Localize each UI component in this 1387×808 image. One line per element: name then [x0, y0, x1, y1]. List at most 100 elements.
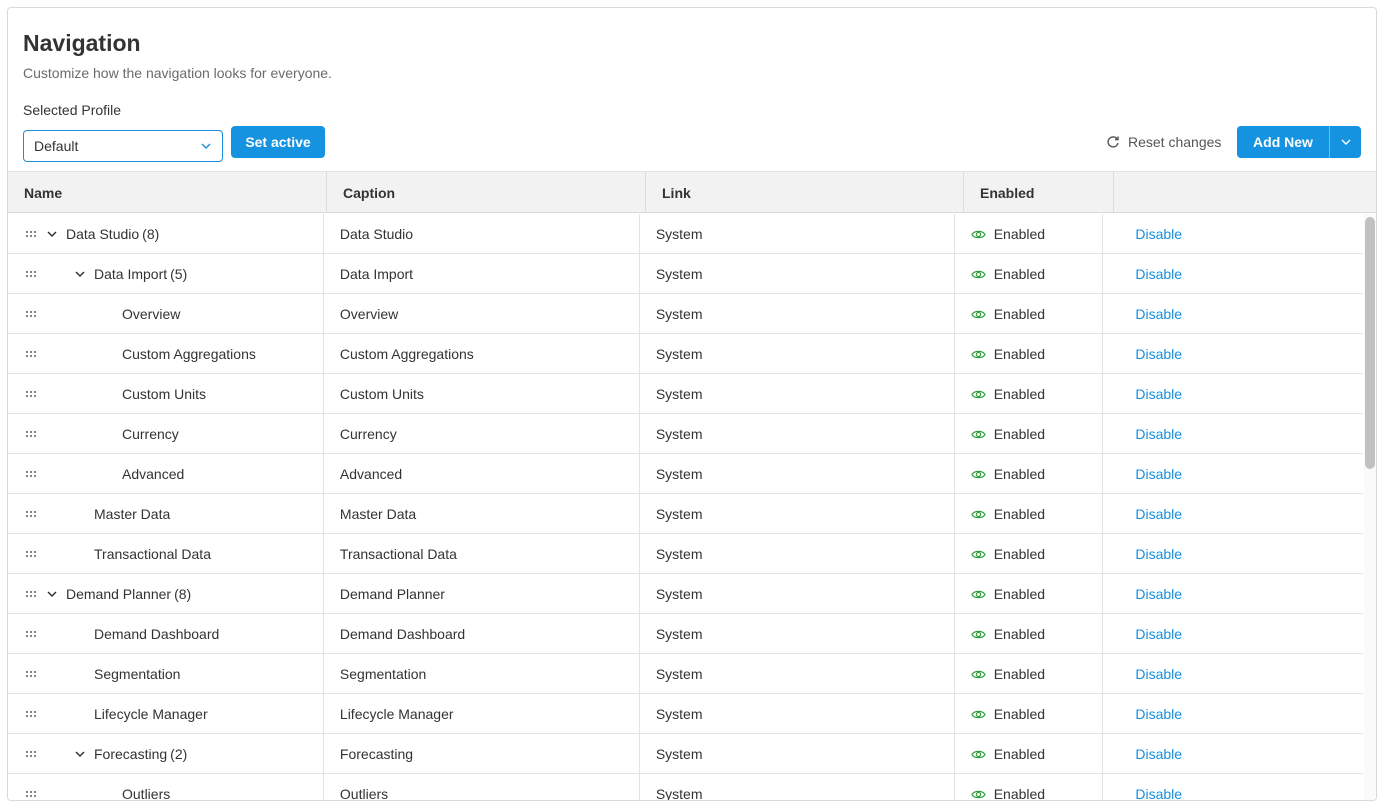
row-name: Currency: [122, 426, 179, 442]
caption-cell[interactable]: Overview: [324, 294, 640, 334]
add-new-button[interactable]: Add New: [1237, 126, 1329, 158]
enabled-cell: Enabled: [955, 334, 1104, 374]
caption-cell[interactable]: Data Import: [324, 254, 640, 294]
eye-icon: [970, 550, 986, 558]
drag-handle-icon[interactable]: [24, 587, 38, 601]
disable-link[interactable]: Disable: [1135, 386, 1182, 402]
enabled-status: Enabled: [993, 426, 1046, 442]
caption-cell[interactable]: Custom Units: [324, 374, 640, 414]
chevron-down-icon[interactable]: [46, 228, 58, 240]
drag-handle-icon[interactable]: [24, 227, 38, 241]
disable-link[interactable]: Disable: [1135, 266, 1182, 282]
action-cell: Disable: [1103, 374, 1363, 414]
column-header-name[interactable]: Name: [8, 172, 327, 213]
name-cell: Demand Dashboard: [8, 614, 324, 654]
selected-profile-label: Selected Profile: [23, 102, 122, 118]
drag-handle-icon[interactable]: [24, 667, 38, 681]
disable-link[interactable]: Disable: [1135, 306, 1182, 322]
caption-cell[interactable]: Forecasting: [324, 734, 640, 774]
row-child-count: (8): [174, 586, 192, 602]
enabled-status: Enabled: [993, 546, 1046, 562]
chevron-down-icon[interactable]: [74, 268, 86, 280]
caption-cell[interactable]: Currency: [324, 414, 640, 454]
name-cell: Advanced: [8, 454, 324, 494]
caption-cell[interactable]: Outliers: [324, 774, 640, 800]
action-cell: Disable: [1103, 694, 1363, 734]
eye-icon: [970, 790, 986, 798]
row-name: Demand Dashboard: [94, 626, 220, 642]
caption-cell[interactable]: Custom Aggregations: [324, 334, 640, 374]
table-row: Demand Planner (8) Demand Planner System Ena…: [8, 574, 1363, 614]
table-row: Overview Overview System Enabled Disable: [8, 294, 1363, 334]
column-header-enabled[interactable]: Enabled: [964, 172, 1114, 213]
eye-icon: [970, 710, 986, 718]
caption-cell[interactable]: Demand Planner: [324, 574, 640, 614]
disable-link[interactable]: Disable: [1135, 666, 1182, 682]
disable-link[interactable]: Disable: [1135, 426, 1182, 442]
caption-cell[interactable]: Advanced: [324, 454, 640, 494]
disable-link[interactable]: Disable: [1135, 706, 1182, 722]
action-cell: Disable: [1103, 574, 1363, 614]
row-name: Outliers: [122, 786, 171, 801]
column-header-caption[interactable]: Caption: [327, 172, 646, 213]
row-name: Demand Planner: [66, 586, 172, 602]
disable-link[interactable]: Disable: [1135, 786, 1182, 800]
disable-link[interactable]: Disable: [1135, 586, 1182, 602]
caption-cell[interactable]: Lifecycle Manager: [324, 694, 640, 734]
enabled-cell: Enabled: [955, 254, 1104, 294]
chevron-down-icon[interactable]: [46, 588, 58, 600]
drag-handle-icon[interactable]: [24, 467, 38, 481]
enabled-status: Enabled: [993, 666, 1046, 682]
enabled-status: Enabled: [993, 746, 1046, 762]
drag-handle-icon[interactable]: [24, 427, 38, 441]
drag-handle-icon[interactable]: [24, 347, 38, 361]
disable-link[interactable]: Disable: [1135, 506, 1182, 522]
drag-handle-icon[interactable]: [24, 787, 38, 801]
link-cell: System: [640, 734, 955, 774]
chevron-down-icon[interactable]: [74, 748, 86, 760]
caption-cell[interactable]: Data Studio: [324, 214, 640, 254]
drag-handle-icon[interactable]: [24, 507, 38, 521]
caption-cell[interactable]: Transactional Data: [324, 534, 640, 574]
table-row: Demand Dashboard Demand Dashboard System En…: [8, 614, 1363, 654]
drag-handle-icon[interactable]: [24, 387, 38, 401]
drag-handle-icon[interactable]: [24, 707, 38, 721]
table-row: Custom Units Custom Units System Enabled Dis…: [8, 374, 1363, 414]
drag-handle-icon[interactable]: [24, 547, 38, 561]
disable-link[interactable]: Disable: [1135, 746, 1182, 762]
drag-handle-icon[interactable]: [24, 627, 38, 641]
disable-link[interactable]: Disable: [1135, 626, 1182, 642]
enabled-cell: Enabled: [955, 574, 1104, 614]
disable-link[interactable]: Disable: [1135, 546, 1182, 562]
row-name: Lifecycle Manager: [94, 706, 208, 722]
add-new-dropdown-toggle[interactable]: [1329, 126, 1361, 158]
caption-cell[interactable]: Segmentation: [324, 654, 640, 694]
reset-changes-button[interactable]: Reset changes: [1106, 131, 1221, 153]
disable-link[interactable]: Disable: [1135, 466, 1182, 482]
eye-icon: [970, 510, 986, 518]
table-row: Data Studio (8) Data Studio System Enabled Di…: [8, 214, 1363, 254]
action-cell: Disable: [1103, 654, 1363, 694]
action-cell: Disable: [1103, 734, 1363, 774]
eye-icon: [970, 270, 986, 278]
row-name: Transactional Data: [94, 546, 211, 562]
caption-cell[interactable]: Master Data: [324, 494, 640, 534]
disable-link[interactable]: Disable: [1135, 346, 1182, 362]
row-child-count: (5): [170, 266, 188, 282]
drag-handle-icon[interactable]: [24, 267, 38, 281]
drag-handle-icon[interactable]: [24, 307, 38, 321]
eye-icon: [970, 430, 986, 438]
link-cell: System: [640, 214, 955, 254]
action-cell: Disable: [1103, 414, 1363, 454]
caption-cell[interactable]: Demand Dashboard: [324, 614, 640, 654]
column-header-link[interactable]: Link: [646, 172, 964, 213]
profile-select[interactable]: Default: [23, 130, 223, 162]
enabled-status: Enabled: [993, 586, 1046, 602]
scrollbar-thumb[interactable]: [1365, 217, 1375, 469]
set-active-button[interactable]: Set active: [231, 126, 325, 158]
disable-link[interactable]: Disable: [1135, 226, 1182, 242]
drag-handle-icon[interactable]: [24, 747, 38, 761]
link-cell: System: [640, 334, 955, 374]
link-cell: System: [640, 654, 955, 694]
action-cell: Disable: [1103, 534, 1363, 574]
